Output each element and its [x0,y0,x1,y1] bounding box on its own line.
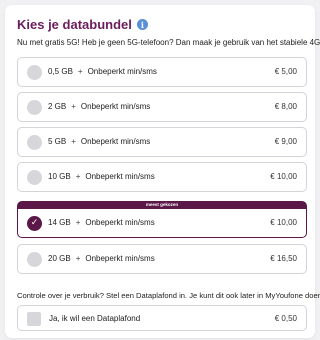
bundle-extra: Onbeperkt min/sms [85,254,155,263]
bundle-price: € 8,00 [274,102,297,111]
title-row: Kies je databundel i [17,17,148,32]
dataplafond-price: € 0,50 [274,314,297,323]
bundle-label: 20 GB + Onbeperkt min/sms [48,254,155,263]
bundle-option-14gb[interactable]: ✓ 14 GB + Onbeperkt min/sms € 10,00 [17,208,307,238]
bundle-label: 5 GB + Onbeperkt min/sms [48,137,150,146]
bundle-price: € 5,00 [274,67,297,76]
bundle-extra: Onbeperkt min/sms [87,67,157,76]
info-icon[interactable]: i [136,19,148,30]
bundle-option-2gb[interactable]: 2 GB + Onbeperkt min/sms € 8,00 [17,92,307,122]
bundle-option-5gb[interactable]: 5 GB + Onbeperkt min/sms € 9,00 [17,127,307,157]
bundle-label: 10 GB + Onbeperkt min/sms [48,172,155,181]
plus-sign: + [75,218,81,227]
bundle-gb: 5 GB [48,137,67,146]
bundle-price: € 9,00 [274,137,297,146]
bundle-option-20gb[interactable]: 20 GB + Onbeperkt min/sms € 16,50 [17,244,307,274]
bundle-gb: 2 GB [48,102,67,111]
dataplafond-option[interactable]: Ja, ik wil een Dataplafond € 0,50 [17,305,307,331]
radio-button[interactable] [27,170,42,185]
radio-button-selected[interactable]: ✓ [27,216,42,231]
bundle-gb: 14 GB [48,218,71,227]
bundle-option-0-5gb[interactable]: 0,5 GB + Onbeperkt min/sms € 5,00 [17,57,307,87]
bundle-extra: Onbeperkt min/sms [85,172,155,181]
bundle-gb: 10 GB [48,172,71,181]
radio-button[interactable] [27,100,42,115]
plus-sign: + [75,254,81,263]
intro-text: Nu met gratis 5G! Heb je geen 5G-telefoo… [17,38,320,47]
bundle-price: € 10,00 [270,172,297,181]
bundle-label: 0,5 GB + Onbeperkt min/sms [48,67,157,76]
check-icon: ✓ [30,218,39,228]
dataplafond-label: Ja, ik wil een Dataplafond [49,314,141,323]
radio-button[interactable] [27,135,42,150]
bundle-extra: Onbeperkt min/sms [80,102,151,111]
databundle-card: Kies je databundel i Nu met gratis 5G! H… [5,5,320,338]
dataplafond-question: Controle over je verbruik? Stel een Data… [17,291,320,300]
bundle-gb: 20 GB [48,254,71,263]
radio-button[interactable] [27,65,42,80]
radio-button[interactable] [27,252,42,267]
bundle-label: 14 GB + Onbeperkt min/sms [48,218,155,227]
bundle-gb: 0,5 GB [48,67,73,76]
bundle-price: € 16,50 [270,254,297,263]
page-title: Kies je databundel [17,17,132,32]
plus-sign: + [71,102,76,111]
plus-sign: + [75,172,81,181]
bundle-extra: Onbeperkt min/sms [80,137,151,146]
bundle-label: 2 GB + Onbeperkt min/sms [48,102,150,111]
bundle-option-10gb[interactable]: 10 GB + Onbeperkt min/sms € 10,00 [17,162,307,192]
bundle-price: € 10,00 [270,218,297,227]
plus-sign: + [71,137,76,146]
plus-sign: + [77,67,83,76]
bundle-extra: Onbeperkt min/sms [85,218,155,227]
dataplafond-checkbox[interactable] [27,312,41,326]
